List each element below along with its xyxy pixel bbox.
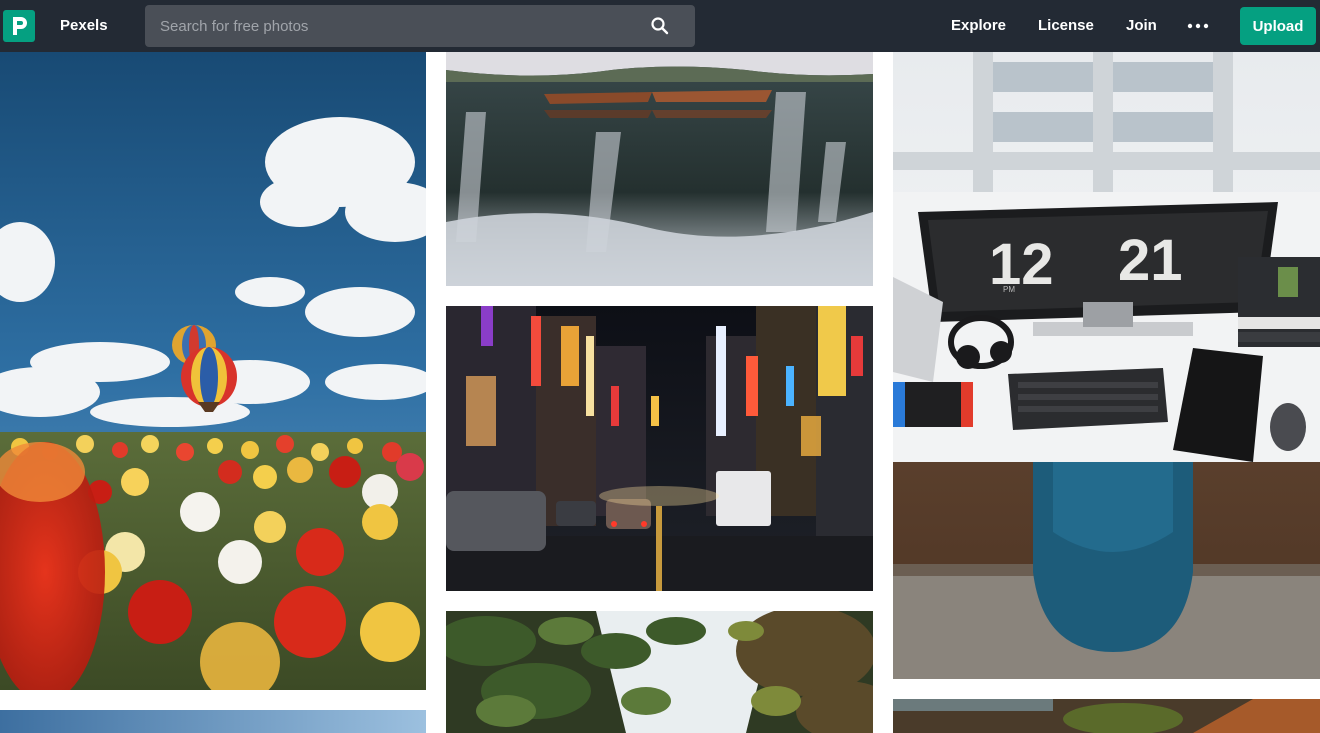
photo-city-night-street[interactable] — [446, 306, 873, 591]
photo-lake-boats[interactable] — [446, 52, 873, 286]
search-input[interactable] — [145, 5, 635, 47]
photo-sky-strip[interactable] — [0, 710, 426, 733]
pexels-logo-icon[interactable] — [3, 10, 35, 42]
brand-name[interactable]: Pexels — [60, 17, 108, 35]
more-dots-icon[interactable] — [1186, 16, 1210, 36]
clock-hours-text: 12 — [989, 232, 1054, 297]
search-icon[interactable] — [647, 13, 673, 39]
nav-explore-link[interactable]: Explore — [951, 17, 1006, 35]
nav-join-link[interactable]: Join — [1126, 17, 1157, 35]
photo-rooftop[interactable] — [893, 699, 1320, 733]
clock-pm-text: PM — [1003, 285, 1015, 294]
photo-desk-clock-monitor[interactable]: 12 21 PM — [893, 52, 1320, 679]
photo-tulips-balloons[interactable] — [0, 52, 426, 690]
top-navigation-bar: Pexels Explore License Join Upload — [0, 0, 1320, 52]
clock-minutes-text: 21 — [1118, 228, 1183, 293]
photo-green-leaves[interactable] — [446, 611, 873, 733]
search-bar — [145, 5, 695, 47]
nav-license-link[interactable]: License — [1038, 17, 1094, 35]
upload-button[interactable]: Upload — [1240, 7, 1316, 45]
